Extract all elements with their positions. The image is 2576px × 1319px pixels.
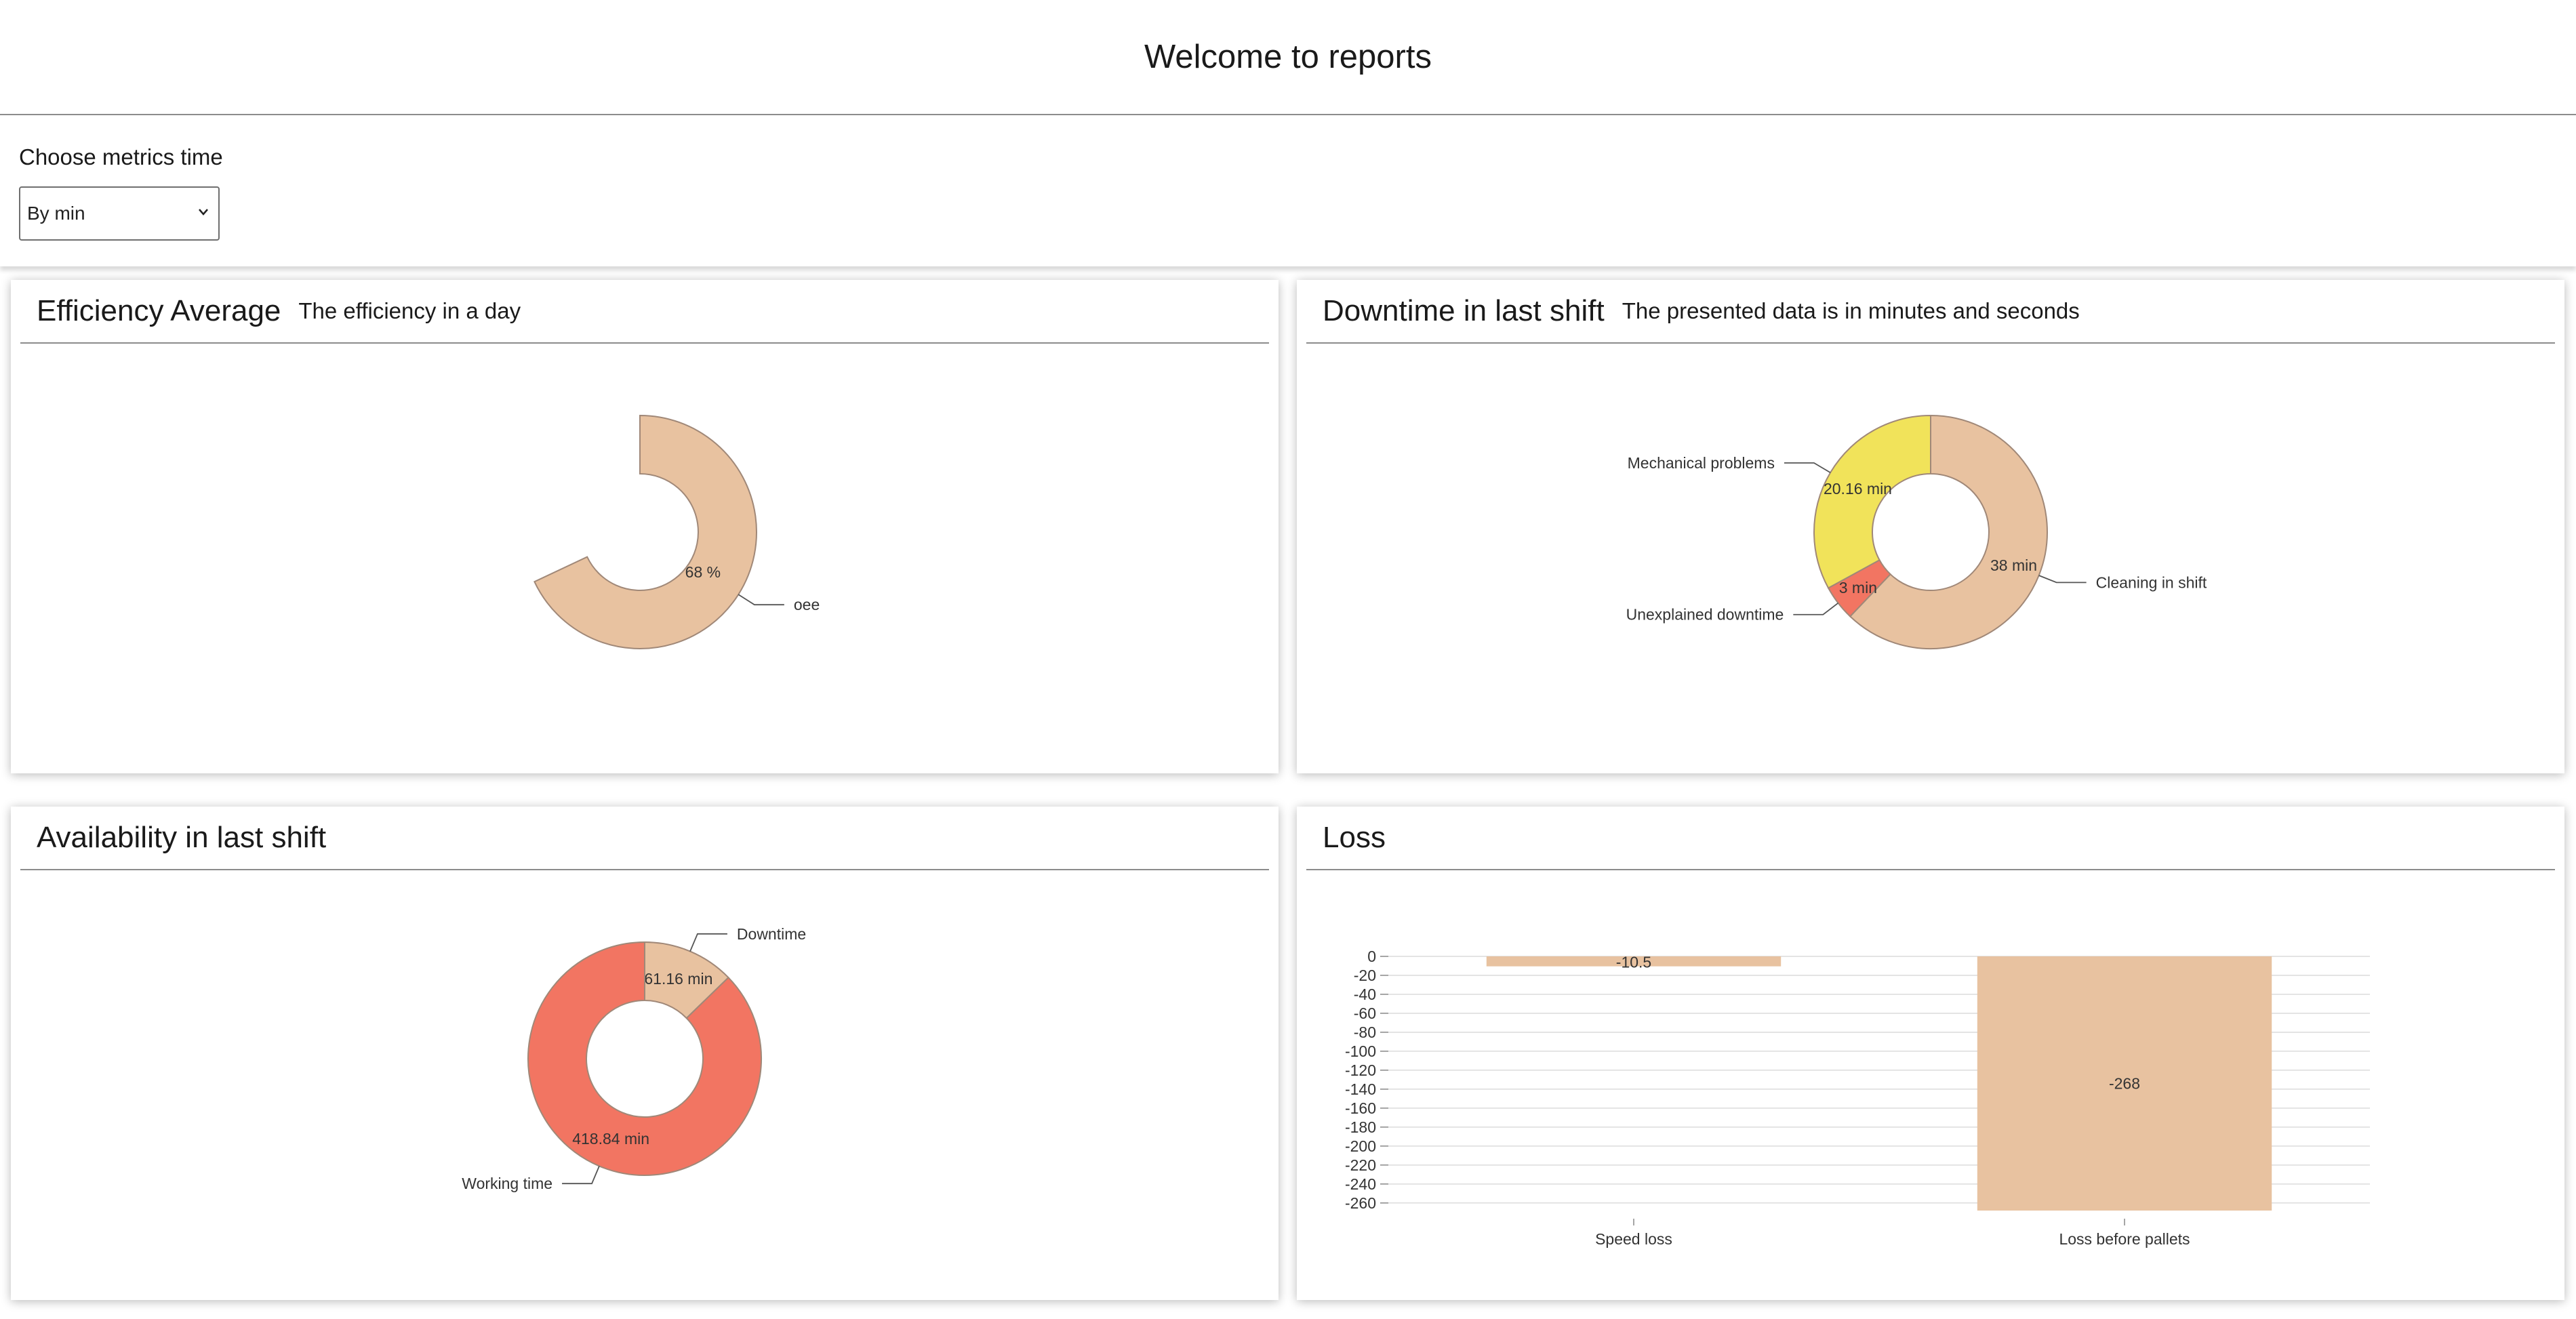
chevron-down-icon: [199, 209, 208, 216]
downtime-card: Downtime in last shift The presented dat…: [1297, 280, 2564, 773]
loss-card: Loss 0 -20 -40 -60 -80 -100 -120 -140 -160 -180 -2…: [1297, 807, 2564, 1300]
slice-mechanical-problems: [1813, 414, 1931, 589]
y-tick-label: -220: [1345, 1156, 1376, 1174]
slice-name-label-mechanical-problems: Mechanical problems: [1628, 454, 1775, 472]
slice-name-label-downtime: Downtime: [737, 925, 806, 943]
metrics-time-select[interactable]: By min: [19, 186, 220, 241]
y-tick-label: -180: [1345, 1118, 1376, 1136]
x-tick-label-speed-loss: Speed loss: [1595, 1230, 1672, 1248]
efficiency-donut-chart: 68 % oee: [534, 414, 820, 649]
loss-bar-chart: 0 -20 -40 -60-80-100-120-140-160-180-200-22…: [1345, 948, 2370, 1248]
slice-leader-line-mechanical-problems: [1784, 462, 1831, 474]
slice-leader-line-cleaning-in-shift: [2038, 575, 2087, 584]
slice-value-label-cleaning-in-shift: 38 min: [1990, 556, 2037, 574]
slice-value-label-working-time: 418.84 min: [572, 1130, 649, 1148]
slice-value-label-mechanical-problems: 20.16 min: [1824, 480, 1892, 498]
page-title: Welcome to reports: [1144, 39, 1432, 75]
slice-name-label-cleaning-in-shift: Cleaning in shift: [2096, 573, 2207, 591]
y-tick-label: -80: [1354, 1023, 1376, 1041]
availability-donut-chart: 61.16 min Downtime 418.84 min Working time: [462, 925, 806, 1192]
y-tick-label: -120: [1345, 1061, 1376, 1079]
y-tick-label: 0: [1367, 948, 1376, 965]
slice-value-label-unexplained-downtime: 3 min: [1839, 579, 1877, 596]
downtime-donut-chart: 38 min Cleaning in shift 3 min Unexplained …: [1626, 414, 2207, 649]
metrics-time-label: Choose metrics time: [19, 144, 223, 169]
slice-leader-line-unexplained-downtime: [1793, 602, 1839, 615]
page-header: Welcome to reports: [0, 0, 2576, 115]
bar-value-label-speed-loss: -10.5: [1616, 954, 1651, 971]
metrics-controls: Choose metrics time By min: [0, 116, 2576, 266]
y-tick-label: -20: [1354, 967, 1376, 984]
slice-name-label-working-time: Working time: [462, 1175, 552, 1192]
slice-name-label-unexplained-downtime: Unexplained downtime: [1626, 606, 1784, 624]
y-tick-label: -60: [1354, 1005, 1376, 1022]
slice-leader-line-downtime: [689, 933, 727, 952]
slice-name-label-oee: oee: [794, 596, 820, 613]
bar-value-label-loss-before-pallets: -268: [2109, 1075, 2140, 1093]
y-tick-label: -260: [1345, 1194, 1376, 1212]
x-tick-label-loss-before-pallets: Loss before pallets: [2059, 1230, 2190, 1248]
y-tick-label: -40: [1354, 986, 1376, 1003]
y-tick-label: -140: [1345, 1080, 1376, 1098]
slice-value-label-oee: 68 %: [685, 563, 721, 581]
slice-oee: [534, 414, 757, 649]
efficiency-card: Efficiency Average The efficiency in a d…: [11, 280, 1279, 773]
metrics-time-select-value: By min: [27, 203, 85, 224]
availability-card: Availability in last shift 61.16 min Down…: [11, 807, 1279, 1300]
slice-value-label-downtime: 61.16 min: [644, 970, 712, 988]
y-tick-label: -160: [1345, 1099, 1376, 1117]
slice-leader-line-oee: [738, 594, 784, 606]
y-tick-label: -200: [1345, 1137, 1376, 1155]
slice-leader-line-working-time: [562, 1166, 600, 1185]
y-tick-label: -100: [1345, 1042, 1376, 1060]
y-tick-label: -240: [1345, 1175, 1376, 1193]
